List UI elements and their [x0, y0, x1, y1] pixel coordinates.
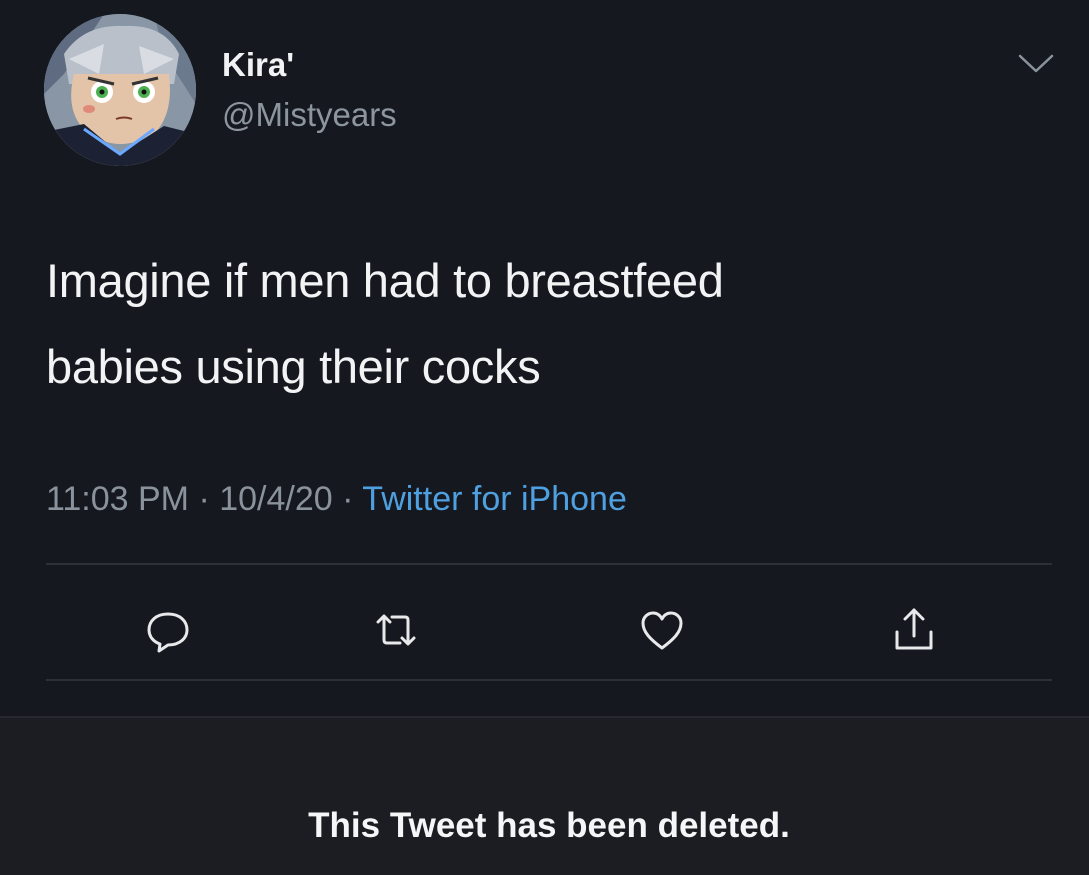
share-icon[interactable]	[884, 600, 944, 660]
retweet-icon[interactable]	[366, 600, 426, 660]
tweet-text-line: Imagine if men had to breastfeed	[46, 254, 724, 307]
meta-separator: ·	[189, 480, 220, 518]
tweet-date: 10/4/20	[219, 480, 333, 518]
chevron-down-icon[interactable]	[1016, 52, 1056, 76]
tweet-meta: 11:03 PM · 10/4/20 · Twitter for iPhone	[46, 480, 627, 519]
display-name[interactable]: Kira'	[222, 46, 294, 84]
avatar[interactable]	[44, 14, 196, 166]
divider	[46, 679, 1052, 681]
divider	[46, 563, 1052, 565]
tweet-text: Imagine if men had to breastfeed babies …	[46, 238, 1046, 410]
user-handle[interactable]: @Mistyears	[222, 96, 397, 134]
tweet-card: Kira' @Mistyears Imagine if men had to b…	[0, 0, 1089, 716]
meta-separator: ·	[332, 480, 363, 518]
tweet-time: 11:03 PM	[46, 480, 190, 518]
reply-icon[interactable]	[138, 600, 198, 660]
deleted-notice-text: This Tweet has been deleted.	[308, 806, 790, 845]
tweet-text-line: babies using their cocks	[46, 340, 541, 393]
deleted-notice-bar	[0, 716, 1089, 875]
avatar-image	[44, 14, 196, 166]
like-icon[interactable]	[632, 600, 692, 660]
tweet-source-link[interactable]: Twitter for iPhone	[362, 480, 627, 518]
